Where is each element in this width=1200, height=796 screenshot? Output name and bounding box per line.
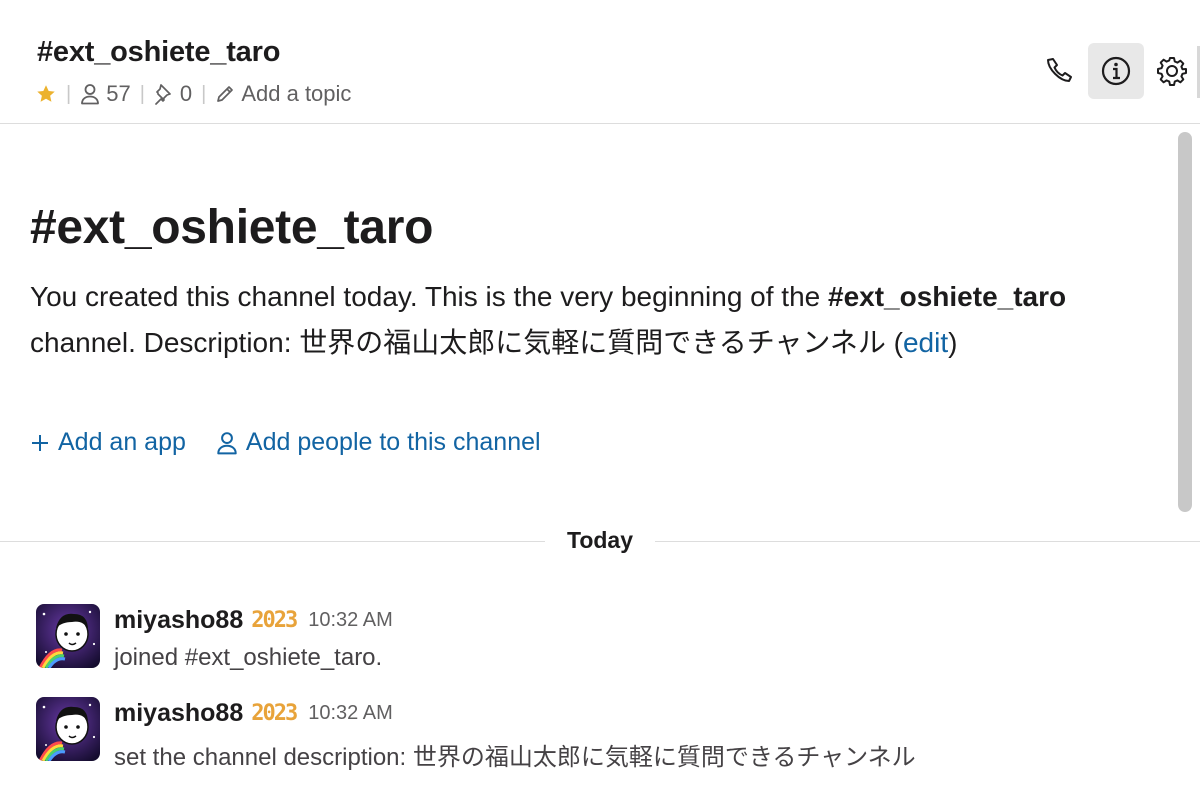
intro-close-paren: ) xyxy=(948,327,958,358)
info-icon xyxy=(1100,55,1132,87)
intro-text-part: channel. Description: 世界の福山太郎に気軽に質問できるチャ… xyxy=(30,327,903,358)
pencil-icon xyxy=(215,84,235,104)
members-button[interactable]: 57 xyxy=(80,81,131,107)
channel-name[interactable]: #ext_oshiete_taro xyxy=(37,36,280,69)
channel-details-button[interactable] xyxy=(1088,43,1144,99)
message-header: miyasho88 2023 10:32 AM xyxy=(114,604,393,636)
meta-separator: | xyxy=(201,82,207,105)
pin-icon xyxy=(154,83,174,105)
add-topic-button[interactable]: Add a topic xyxy=(215,81,351,107)
message-author[interactable]: miyasho88 xyxy=(114,699,243,728)
message-timestamp[interactable]: 10:32 AM xyxy=(308,702,393,725)
add-app-button[interactable]: Add an app xyxy=(30,428,186,457)
meta-separator: | xyxy=(139,82,145,105)
add-topic-label: Add a topic xyxy=(241,81,352,106)
divider-line-right xyxy=(655,541,1200,542)
pinned-button[interactable]: 0 xyxy=(154,81,192,107)
channel-meta: | 57 | 0 | Add a topic xyxy=(35,80,351,108)
scrollbar[interactable] xyxy=(1178,132,1192,512)
status-emoji[interactable]: 2023 xyxy=(251,701,298,726)
message-header: miyasho88 2023 10:32 AM xyxy=(114,697,393,729)
intro-description: You created this channel today. This is … xyxy=(30,274,1140,366)
person-icon xyxy=(216,431,246,455)
message-author[interactable]: miyasho88 xyxy=(114,606,243,635)
person-icon xyxy=(80,83,100,105)
member-count: 57 xyxy=(106,81,131,106)
scrollbar-thumb[interactable] xyxy=(1178,132,1192,512)
add-people-button[interactable]: Add people to this channel xyxy=(216,428,541,457)
intro-title: #ext_oshiete_taro xyxy=(30,201,434,254)
message-item[interactable]: miyasho88 2023 10:32 AM joined #ext_oshi… xyxy=(36,604,1136,684)
intro-actions: Add an app Add people to this channel xyxy=(30,428,541,457)
plus-icon xyxy=(30,433,58,453)
intro-text-part: You created this channel today. This is … xyxy=(30,281,828,312)
call-button[interactable] xyxy=(1032,43,1088,99)
message-timestamp[interactable]: 10:32 AM xyxy=(308,609,393,632)
star-icon[interactable] xyxy=(35,83,57,105)
add-app-label: Add an app xyxy=(58,428,186,456)
message-text: set the channel description: 世界の福山太郎に気軽に… xyxy=(114,744,916,771)
message-text: joined #ext_oshiete_taro. xyxy=(114,644,383,671)
avatar[interactable] xyxy=(36,697,100,761)
settings-button[interactable] xyxy=(1144,43,1200,99)
divider-line-left xyxy=(0,541,545,542)
status-emoji[interactable]: 2023 xyxy=(251,608,298,633)
meta-separator: | xyxy=(66,82,72,105)
channel-header: #ext_oshiete_taro | 57 | 0 | Add a topic xyxy=(0,0,1200,124)
date-divider-label[interactable]: Today xyxy=(560,527,640,554)
add-people-label: Add people to this channel xyxy=(245,428,541,456)
header-actions xyxy=(1032,42,1200,100)
pinned-count: 0 xyxy=(179,81,193,106)
channel-reference[interactable]: #ext_oshiete_taro xyxy=(828,281,1066,312)
phone-icon xyxy=(1045,56,1075,86)
gear-icon xyxy=(1156,55,1188,87)
message-item[interactable]: miyasho88 2023 10:32 AM set the channel … xyxy=(36,697,1136,777)
avatar[interactable] xyxy=(36,604,100,668)
edit-description-link[interactable]: edit xyxy=(903,327,948,358)
